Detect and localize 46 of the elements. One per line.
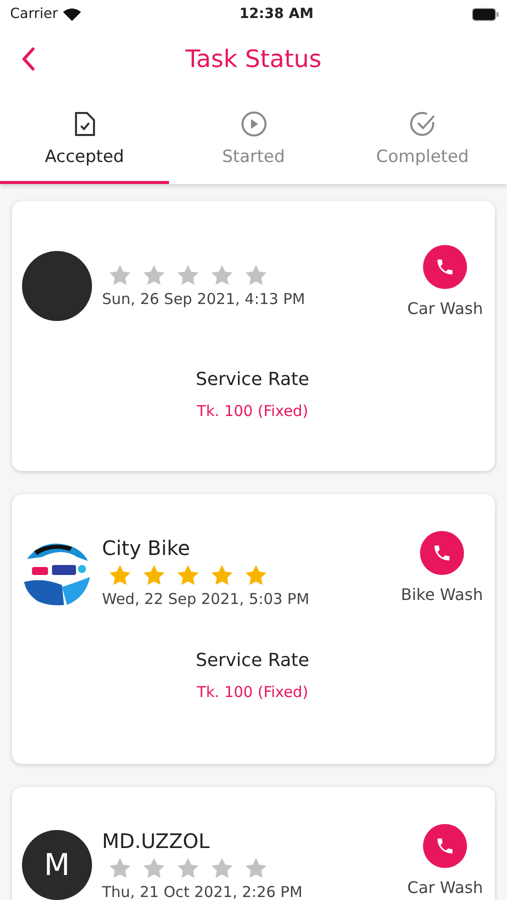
status-time: 12:38 AM (239, 6, 314, 22)
customer-name: MD.UZZOL (102, 829, 211, 853)
star-icon (142, 264, 166, 286)
tab[interactable]: Completed (338, 90, 507, 184)
wifi-icon (62, 8, 81, 20)
phone-icon (435, 256, 456, 276)
phone-icon (435, 836, 456, 856)
service-rate: Tk. 100 (Fixed) (196, 683, 308, 701)
page-title: Task Status (186, 45, 322, 73)
star-icon (244, 857, 268, 879)
star-icon (142, 857, 166, 879)
task-date: Thu, 21 Oct 2021, 2:26 PM (102, 883, 304, 900)
star-icon (108, 564, 132, 586)
customer-name: City Bike (102, 536, 192, 560)
star-icon (244, 264, 268, 286)
carrier-label: Carrier (10, 6, 58, 22)
star-icon (210, 264, 234, 286)
star-icon (108, 264, 132, 286)
avatar: M (22, 830, 92, 900)
star-icon (108, 857, 132, 879)
star-icon (176, 564, 200, 586)
tab[interactable]: Accepted (0, 90, 169, 184)
star-icon (244, 564, 268, 586)
phone-icon (432, 542, 452, 562)
service-rate-label: Service Rate (196, 369, 310, 390)
back-chevron-icon (21, 47, 35, 71)
star-icon (210, 564, 234, 586)
task-date: Wed, 22 Sep 2021, 5:03 PM (102, 590, 310, 608)
service-rate-label: Service Rate (196, 650, 310, 671)
call-button[interactable] (423, 244, 468, 288)
task-date: Sun, 26 Sep 2021, 4:13 PM (102, 290, 306, 308)
service-type: Car Wash (407, 298, 483, 318)
tab[interactable]: Started (169, 90, 338, 184)
service-rate: Tk. 100 (Fixed) (196, 402, 308, 420)
star-icon (176, 264, 200, 286)
play-circle-icon (240, 110, 266, 136)
battery-icon (472, 8, 499, 20)
star-icon (176, 857, 200, 879)
star-icon (142, 564, 166, 586)
call-button[interactable] (423, 824, 468, 868)
document-check-icon (74, 110, 96, 136)
call-button[interactable] (420, 530, 464, 574)
service-type: Car Wash (407, 878, 483, 896)
check-circle-icon (410, 110, 436, 136)
star-icon (210, 857, 234, 879)
service-type: Bike Wash (400, 584, 483, 604)
